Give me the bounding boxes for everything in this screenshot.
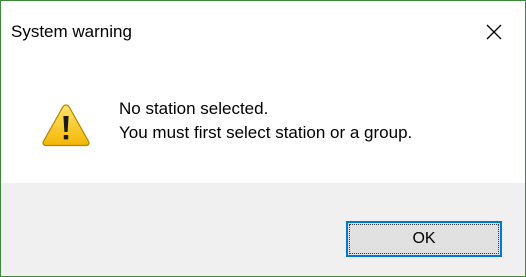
- dialog-title: System warning: [11, 22, 132, 41]
- title-bar[interactable]: System warning: [1, 1, 525, 63]
- ok-button[interactable]: OK: [346, 221, 502, 257]
- message-line-1: No station selected.: [119, 99, 269, 118]
- close-icon: [486, 24, 502, 40]
- warning-message: No station selected. You must first sele…: [119, 97, 412, 145]
- close-button[interactable]: [463, 1, 525, 63]
- warning-icon: [42, 104, 90, 147]
- button-area: OK: [1, 183, 525, 276]
- message-line-2: You must first select station or a group…: [119, 123, 413, 142]
- dialog-content: No station selected. You must first sele…: [1, 63, 525, 183]
- system-warning-dialog: System warning No station selected. You …: [0, 0, 526, 277]
